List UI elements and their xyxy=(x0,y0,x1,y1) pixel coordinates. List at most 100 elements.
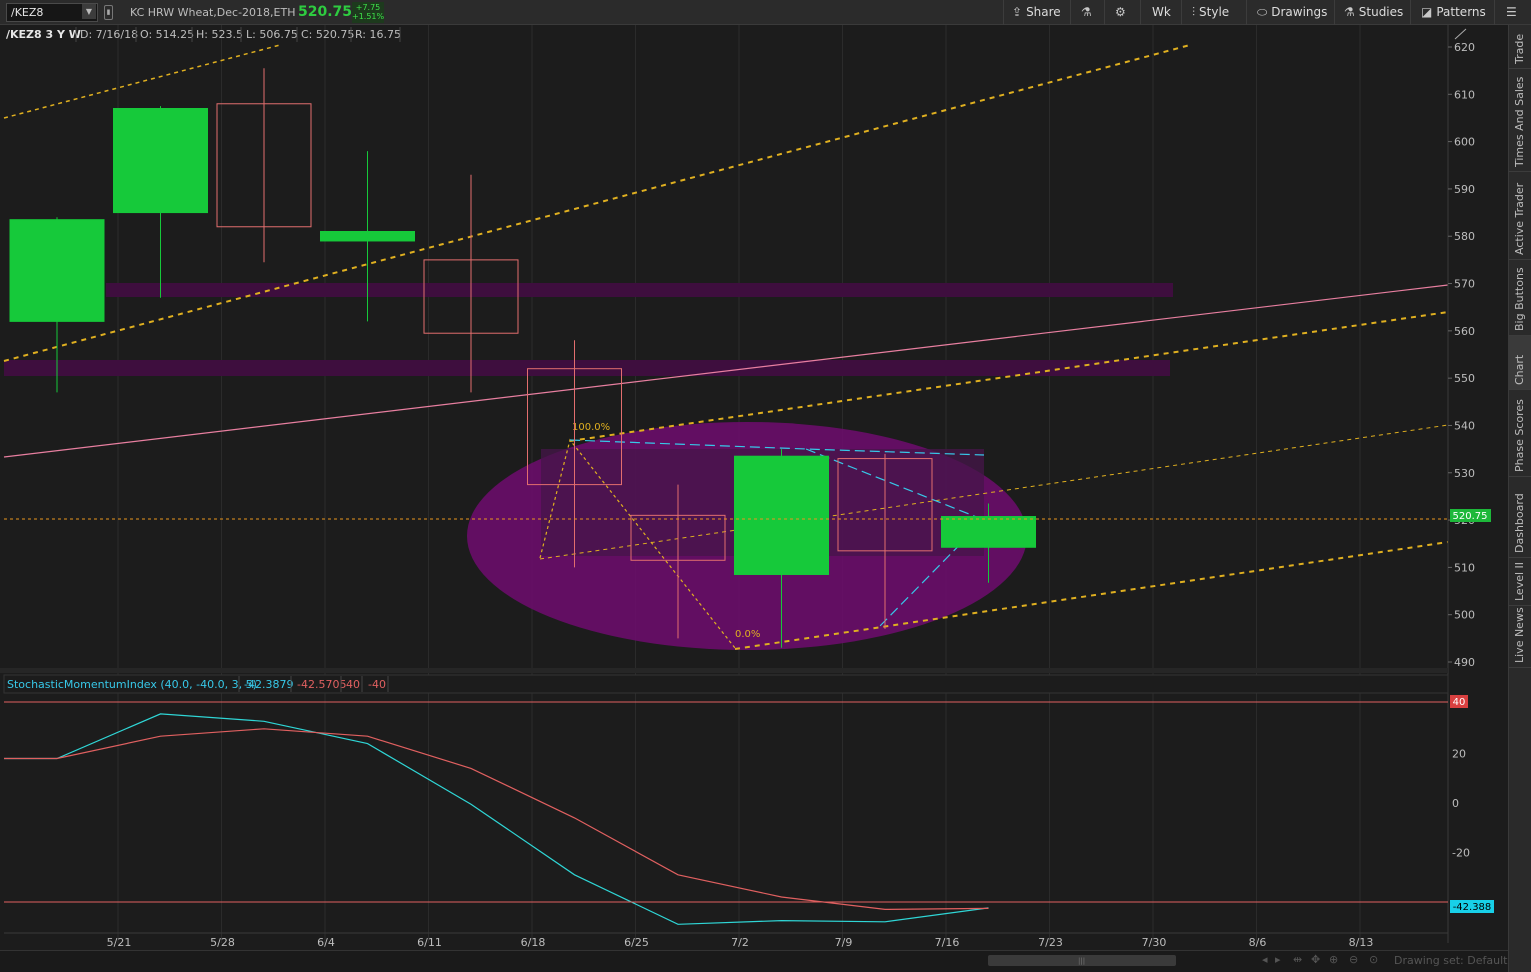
studies-button[interactable]: ⚗ Studies xyxy=(1344,4,1403,21)
date-tick-label: 7/16 xyxy=(935,936,960,949)
overbought-label: 40 xyxy=(1453,697,1466,708)
divider xyxy=(1003,0,1004,25)
chevron-down-icon[interactable]: ▼ xyxy=(82,4,96,19)
smi-tick-label: -20 xyxy=(1452,847,1470,860)
date-tick-label: 6/4 xyxy=(317,936,335,949)
candle-body xyxy=(9,219,105,322)
zoom-reset-icon[interactable]: ⊙ xyxy=(1369,953,1378,966)
divider xyxy=(1246,0,1247,25)
fib-label-0: 0.0% xyxy=(735,629,760,640)
flask-icon: ⚗ xyxy=(1081,5,1092,19)
date-tick-label: 6/11 xyxy=(417,936,442,949)
study-header[interactable]: StochasticMomentumIndex (40.0, -40.0, 3,… xyxy=(3,674,1449,694)
side-tab-times-and-sales[interactable]: Times And Sales xyxy=(1509,69,1531,172)
fib-label-100: 100.0% xyxy=(572,422,610,433)
candle-body xyxy=(113,108,208,214)
side-tab-label: Trade xyxy=(1513,33,1526,64)
style-label: Style xyxy=(1199,5,1230,19)
last-price: 520.75 xyxy=(298,4,353,20)
candle-style-icon: ⫶ xyxy=(1192,5,1196,19)
date-tick-label: 6/25 xyxy=(624,936,649,949)
price-tick-label: 620 xyxy=(1454,41,1475,54)
last-price-marker: 520.75 xyxy=(1450,509,1491,522)
price-header: /KEZ8 3 Y W D: 7/16/18 O: 514.25 H: 523.… xyxy=(6,27,401,42)
symbol-description: KC HRW Wheat,Dec-2018,ETH xyxy=(130,6,296,19)
drawing-set-label: Drawing set: Default xyxy=(1394,954,1508,967)
candle-body xyxy=(941,516,1036,548)
date-tick-label: 7/30 xyxy=(1142,936,1167,949)
header-close: C: 520.75 xyxy=(301,28,354,41)
zoom-fit-icon[interactable]: ⇹ xyxy=(1293,953,1302,966)
price-tick-label: 540 xyxy=(1454,419,1475,432)
divider xyxy=(1140,0,1141,25)
divider xyxy=(1181,0,1182,25)
ellipse-icon: ⬭ xyxy=(1257,5,1268,19)
side-tab-phase-scores[interactable]: Phase Scores xyxy=(1509,390,1531,477)
zoom-in-icon[interactable]: ⊕ xyxy=(1329,953,1338,966)
patterns-icon: ◪ xyxy=(1421,5,1433,19)
price-tick-label: 500 xyxy=(1454,609,1475,622)
price-axis[interactable] xyxy=(1448,25,1508,675)
drawings-label: Drawings xyxy=(1271,5,1328,19)
date-tick-label: 5/21 xyxy=(107,936,132,949)
support-zone[interactable] xyxy=(4,360,1170,376)
header-low: L: 506.75 xyxy=(246,28,298,41)
side-tab-label: Big Buttons xyxy=(1513,267,1526,331)
side-tab-label: Times And Sales xyxy=(1513,76,1526,167)
side-tab-dashboard[interactable]: Dashboard xyxy=(1509,477,1531,558)
price-tick-label: 610 xyxy=(1454,88,1475,101)
scroll-grip-icon[interactable]: ||| xyxy=(1078,957,1085,965)
aggregation-button[interactable]: Wk xyxy=(1152,4,1171,21)
scroll-left-icon[interactable]: ◂ xyxy=(1262,953,1268,966)
side-tab-trade[interactable]: Trade xyxy=(1509,25,1531,69)
divider xyxy=(1410,0,1411,25)
style-button[interactable]: ⫶ Style xyxy=(1192,4,1229,21)
divider xyxy=(1070,0,1071,25)
patterns-label: Patterns xyxy=(1436,5,1486,19)
smi-value: -42.3879 xyxy=(244,678,293,691)
share-button[interactable]: ⇪ Share xyxy=(1012,4,1061,21)
share-icon: ⇪ xyxy=(1012,5,1023,19)
header-date: D: 7/16/18 xyxy=(80,28,138,41)
side-tab-chart[interactable]: Chart xyxy=(1509,336,1531,390)
chart-area[interactable]: 100.0% 0.0% 4905005105205305405505605705… xyxy=(0,25,1508,950)
price-tick-label: 560 xyxy=(1454,325,1475,338)
resistance-zone[interactable] xyxy=(106,283,1173,297)
menu-button[interactable]: ☰ xyxy=(1506,4,1521,21)
header-open: O: 514.25 xyxy=(140,28,194,41)
studies-label: Studies xyxy=(1358,5,1404,19)
header-range: R: 16.75 xyxy=(355,28,401,41)
settings-button[interactable]: ⚙ xyxy=(1115,4,1130,21)
side-tab-label: Chart xyxy=(1513,354,1526,385)
last-price-label: 520.75 xyxy=(1453,511,1488,522)
smi-value-marker: -42.388 xyxy=(1450,900,1494,913)
smi-tick-label: 0 xyxy=(1452,797,1459,810)
net-change: +7.75 xyxy=(355,3,381,12)
drawings-button[interactable]: ⬭ Drawings xyxy=(1257,4,1327,21)
percent-change: +1.51% xyxy=(352,12,385,21)
price-tick-label: 570 xyxy=(1454,278,1475,291)
side-tab-big-buttons[interactable]: Big Buttons xyxy=(1509,260,1531,336)
flask-button[interactable]: ⚗ xyxy=(1081,4,1096,21)
pane-separator[interactable] xyxy=(0,668,1448,673)
date-tick-label: 5/28 xyxy=(210,936,235,949)
overbought-marker: 40 xyxy=(1450,695,1468,708)
price-tick-label: 490 xyxy=(1454,656,1475,669)
price-tick-label: 510 xyxy=(1454,561,1475,574)
zoom-out-icon[interactable]: ⊖ xyxy=(1349,953,1358,966)
side-tab-level-ii[interactable]: Level II xyxy=(1509,558,1531,606)
side-tab-live-news[interactable]: Live News xyxy=(1509,606,1531,668)
scroll-right-icon[interactable]: ▸ xyxy=(1275,953,1281,966)
price-tick-label: 600 xyxy=(1454,136,1475,149)
link-icon[interactable]: ▮ xyxy=(104,5,113,20)
avg-value: -42.5705 xyxy=(297,678,346,691)
divider xyxy=(1494,0,1495,25)
price-tick-label: 590 xyxy=(1454,183,1475,196)
patterns-button[interactable]: ◪ Patterns xyxy=(1421,4,1486,21)
divider xyxy=(1104,0,1105,25)
net-change-badge: +7.75 +1.51% xyxy=(352,2,384,23)
price-tick-label: 530 xyxy=(1454,467,1475,480)
side-tab-active-trader[interactable]: Active Trader xyxy=(1509,172,1531,260)
pan-icon[interactable]: ✥ xyxy=(1311,953,1320,966)
date-tick-label: 8/6 xyxy=(1249,936,1267,949)
